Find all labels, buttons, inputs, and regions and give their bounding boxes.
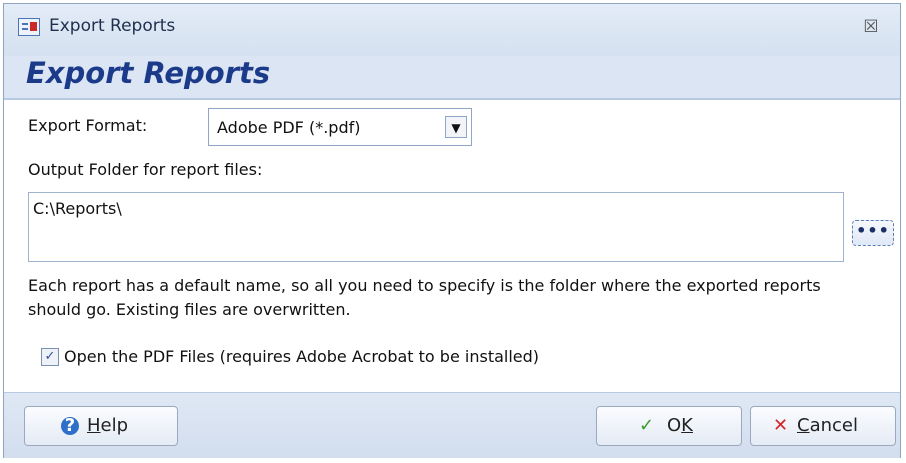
header-band: Export Reports (4, 56, 900, 100)
chevron-down-icon[interactable]: ▼ (445, 116, 467, 138)
output-folder-input[interactable]: C:\Reports\ (28, 192, 844, 262)
page-title: Export Reports (26, 56, 271, 90)
title-bar: Export Reports ☒ (4, 4, 900, 56)
cancel-button[interactable]: ✕ Cancel (750, 406, 896, 446)
export-format-select[interactable]: Adobe PDF (*.pdf) ▼ (208, 108, 472, 146)
checkmark-icon: ✓ (639, 415, 655, 436)
help-icon: ? (61, 417, 79, 435)
x-icon: ✕ (773, 415, 789, 436)
browse-folder-button[interactable]: ••• (852, 220, 894, 246)
open-pdf-checkbox[interactable]: ✓ (41, 348, 59, 366)
cancel-button-label: Cancel (797, 415, 858, 436)
export-format-value: Adobe PDF (*.pdf) (217, 118, 361, 137)
report-form-icon (18, 18, 40, 36)
output-folder-label: Output Folder for report files: (28, 160, 263, 179)
export-format-label: Export Format: (28, 116, 148, 135)
export-reports-dialog: Export Reports ☒ Export Reports Export F… (3, 3, 901, 458)
ok-button[interactable]: ✓ OK (596, 406, 742, 446)
help-button-label: Help (87, 415, 129, 436)
ok-button-label: OK (667, 415, 693, 436)
open-pdf-label[interactable]: Open the PDF Files (requires Adobe Acrob… (64, 347, 539, 366)
help-button[interactable]: ? Help (24, 406, 178, 446)
output-folder-value: C:\Reports\ (33, 199, 122, 218)
window-title: Export Reports (49, 16, 176, 36)
button-bar: ? Help ✓ OK ✕ Cancel (4, 392, 900, 458)
description-text: Each report has a default name, so all y… (28, 276, 821, 319)
close-icon[interactable]: ☒ (860, 16, 882, 38)
